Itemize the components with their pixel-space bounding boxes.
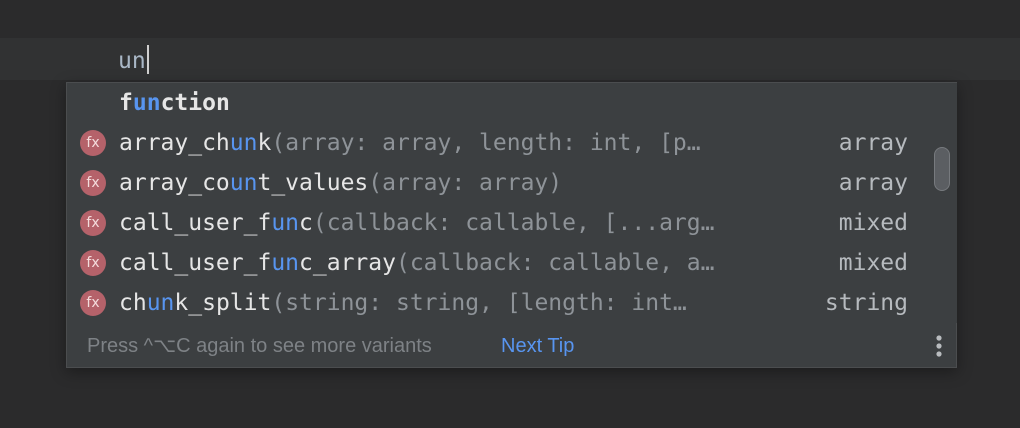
code-editor[interactable]: un function fx array_chunk(array: array, l… — [0, 0, 1020, 428]
completion-name-prefix: array_ch — [119, 130, 230, 156]
completion-item-params: (array: array, length: int, [p… — [271, 130, 701, 156]
completion-item-return-type: array — [838, 130, 908, 156]
completion-item-params: (callback: callable, [...arg… — [312, 210, 715, 236]
completion-item[interactable]: fx array_chunk(array: array, length: int,… — [67, 123, 931, 163]
completion-footer: Press ^⌥C again to see more variants Nex… — [67, 325, 956, 367]
completion-list: function fx array_chunk(array: array, leng… — [67, 83, 931, 323]
completion-name-suffix: ction — [160, 90, 230, 116]
completion-item-return-type: string — [824, 290, 908, 316]
typed-text[interactable]: un — [118, 45, 149, 76]
completion-name-match: un — [271, 250, 300, 276]
completion-item-params: (string: string, [length: int… — [271, 290, 687, 316]
completion-item[interactable]: fx array_count_values(array: array) array — [67, 163, 931, 203]
completion-name-prefix: call_user_f — [119, 210, 272, 236]
completion-name-prefix: ch — [119, 290, 147, 316]
completion-item-name: array_count_values(array: array) — [119, 163, 562, 203]
completion-name-suffix: k — [257, 130, 272, 156]
vertical-ellipsis-icon[interactable] — [929, 334, 949, 358]
completion-name-match: un — [132, 90, 161, 116]
completion-name-match: un — [229, 130, 258, 156]
completion-item-name: call_user_func(callback: callable, [...a… — [119, 203, 714, 243]
completion-item-name: chunk_split(string: string, [length: int… — [119, 283, 687, 323]
tip-text: Press ^⌥C again to see more variants — [87, 335, 432, 357]
completion-scrollbar-thumb[interactable] — [934, 147, 950, 191]
completion-item[interactable]: function — [67, 83, 931, 123]
function-icon: fx — [80, 290, 106, 316]
completion-name-match: un — [146, 290, 175, 316]
next-tip-link[interactable]: Next Tip — [501, 325, 574, 367]
completion-item-params: (array: array) — [368, 170, 563, 196]
completion-name-prefix: array_co — [119, 170, 230, 196]
function-icon: fx — [80, 250, 106, 276]
completion-item[interactable]: fx call_user_func(callback: callable, [..… — [67, 203, 931, 243]
completion-name-suffix: c_array — [299, 250, 396, 276]
completion-item[interactable]: fx call_user_func_array(callback: callabl… — [67, 243, 931, 283]
completion-item[interactable]: fx chunk_split(string: string, [length: i… — [67, 283, 931, 323]
current-line-highlight — [0, 38, 1020, 80]
function-icon: fx — [80, 170, 106, 196]
completion-name-suffix: t_values — [257, 170, 369, 196]
completion-name-match: un — [271, 210, 300, 236]
completion-name-prefix: call_user_f — [119, 250, 272, 276]
completion-popup: function fx array_chunk(array: array, leng… — [66, 82, 957, 368]
completion-scrollbar-track[interactable] — [931, 83, 957, 323]
completion-item-name: call_user_func_array(callback: callable,… — [119, 243, 714, 283]
function-icon: fx — [80, 210, 106, 236]
completion-item-return-type: mixed — [838, 250, 908, 276]
completion-item-name: function — [119, 83, 230, 123]
completion-item-return-type: array — [838, 170, 908, 196]
completion-item-params: (callback: callable, a… — [395, 250, 715, 276]
text-caret — [146, 45, 149, 74]
function-icon: fx — [80, 130, 106, 156]
completion-name-match: un — [229, 170, 258, 196]
completion-name-suffix: c — [299, 210, 313, 236]
completion-item-name: array_chunk(array: array, length: int, [… — [119, 123, 701, 163]
completion-name-suffix: k_split — [174, 290, 272, 316]
completion-item-return-type: mixed — [838, 210, 908, 236]
completion-name-prefix: f — [119, 90, 133, 116]
typed-text-value: un — [118, 48, 146, 74]
